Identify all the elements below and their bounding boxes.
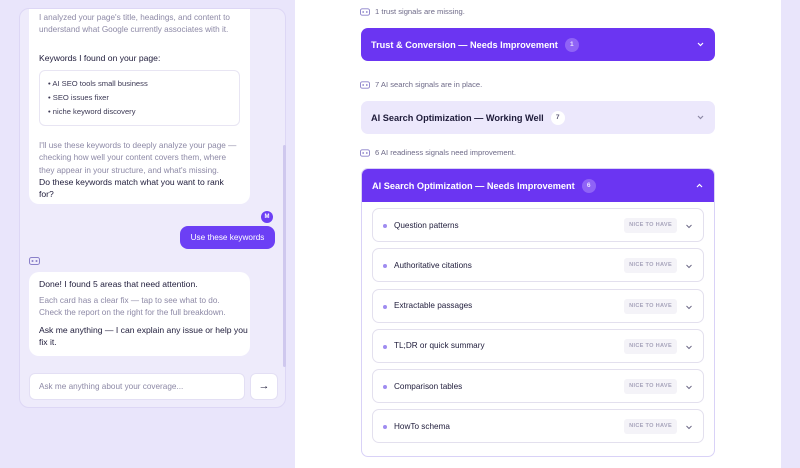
section-header[interactable]: Trust & Conversion — Needs Improvement 1 bbox=[361, 28, 715, 61]
section-title: AI Search Optimization — Needs Improveme… bbox=[372, 180, 575, 191]
chat-input[interactable] bbox=[29, 373, 245, 400]
bullet-dot bbox=[383, 264, 387, 269]
bullet-dot bbox=[383, 224, 387, 228]
done-text: Done! I found 5 areas that need attentio… bbox=[39, 279, 198, 289]
count-badge: 6 bbox=[581, 178, 596, 193]
section-header[interactable]: AI Search Optimization — Needs Improveme… bbox=[362, 169, 714, 202]
priority-tag: NICE TO HAVE bbox=[624, 218, 677, 233]
chat-panel: I analyzed your page's title, headings, … bbox=[19, 8, 286, 408]
chevron-down-icon bbox=[697, 42, 704, 47]
chevron-down-icon[interactable] bbox=[685, 343, 693, 351]
issue-label: HowTo schema bbox=[394, 421, 450, 431]
issue-item-tldr-summary[interactable]: TL;DR or quick summary NICE TO HAVE bbox=[372, 328, 704, 363]
signal-text: 6 AI readiness signals need improvement. bbox=[375, 148, 516, 157]
priority-tag: NICE TO HAVE bbox=[624, 419, 677, 435]
chat-scrollbar[interactable] bbox=[283, 145, 286, 367]
issue-item-howto-schema[interactable]: HowTo schema NICE TO HAVE bbox=[372, 409, 704, 444]
bot-intro-text: I analyzed your page's title, headings, … bbox=[39, 13, 230, 35]
keyword-list: AI SEO tools small business SEO issues f… bbox=[39, 70, 240, 126]
section-trust-conversion[interactable]: Trust & Conversion — Needs Improvement 1 bbox=[361, 28, 715, 61]
keyword-item: niche keyword discovery bbox=[48, 105, 231, 119]
chevron-down-icon[interactable] bbox=[685, 303, 693, 311]
issue-item-authoritative-citations[interactable]: Authoritative citations NICE TO HAVE bbox=[372, 248, 704, 283]
issue-item-question-patterns[interactable]: Question patterns NICE TO HAVE bbox=[372, 208, 704, 242]
send-button[interactable]: → bbox=[250, 373, 278, 400]
use-keywords-button[interactable]: Use these keywords bbox=[180, 226, 275, 249]
signal-note: 1 trust signals are missing. bbox=[360, 6, 465, 18]
issue-label: Question patterns bbox=[394, 220, 459, 230]
chat-messages[interactable]: I analyzed your page's title, headings, … bbox=[20, 9, 285, 367]
issue-label: Comparison tables bbox=[394, 381, 463, 391]
ask-text: Ask me anything — I can explain any issu… bbox=[39, 325, 248, 348]
signal-note: 7 AI search signals are in place. bbox=[360, 79, 482, 91]
section-header[interactable]: AI Search Optimization — Working Well 7 bbox=[361, 101, 715, 134]
chevron-down-icon[interactable] bbox=[685, 222, 693, 230]
keyword-item: SEO issues fixer bbox=[48, 91, 231, 105]
bullet-dot bbox=[383, 385, 387, 390]
chevron-down-icon[interactable] bbox=[685, 423, 693, 431]
keywords-heading: Keywords I found on your page: bbox=[39, 53, 161, 63]
count-badge: 7 bbox=[550, 110, 565, 125]
bot-icon bbox=[360, 149, 370, 157]
bot-message-keywords: I analyzed your page's title, headings, … bbox=[29, 9, 250, 204]
analysis-note: I'll use these keywords to deeply analyz… bbox=[39, 141, 237, 175]
keyword-item: AI SEO tools small business bbox=[48, 77, 231, 91]
issue-item-extractable-passages[interactable]: Extractable passages NICE TO HAVE bbox=[372, 288, 704, 323]
issue-list: Question patterns NICE TO HAVE Authorita… bbox=[362, 202, 714, 458]
chevron-down-icon[interactable] bbox=[685, 262, 693, 270]
cards-hint: Each card has a clear fix — tap to see w… bbox=[39, 296, 226, 318]
chevron-up-icon bbox=[696, 183, 703, 188]
bot-icon bbox=[29, 257, 40, 265]
arrow-right-icon: → bbox=[258, 380, 270, 392]
signal-text: 7 AI search signals are in place. bbox=[375, 80, 483, 89]
priority-tag: NICE TO HAVE bbox=[624, 379, 677, 395]
section-ai-search-working[interactable]: AI Search Optimization — Working Well 7 bbox=[361, 101, 715, 134]
issue-item-comparison-tables[interactable]: Comparison tables NICE TO HAVE bbox=[372, 369, 704, 404]
section-title: Trust & Conversion — Needs Improvement bbox=[371, 39, 558, 50]
priority-tag: NICE TO HAVE bbox=[624, 298, 677, 314]
priority-tag: NICE TO HAVE bbox=[624, 258, 677, 274]
signal-text: 1 trust signals are missing. bbox=[375, 7, 465, 16]
chat-input-row: → bbox=[29, 373, 278, 401]
keyword-question: Do these keywords match what you want to… bbox=[39, 177, 224, 200]
section-ai-search-needs-improvement[interactable]: AI Search Optimization — Needs Improveme… bbox=[361, 168, 715, 457]
section-title: AI Search Optimization — Working Well bbox=[371, 112, 544, 123]
bot-icon bbox=[360, 8, 370, 16]
priority-tag: NICE TO HAVE bbox=[624, 338, 677, 354]
chevron-down-icon bbox=[697, 115, 704, 120]
bullet-dot bbox=[383, 344, 387, 349]
issue-label: Extractable passages bbox=[394, 301, 473, 311]
count-badge: 1 bbox=[564, 37, 579, 52]
bot-message-done: Done! I found 5 areas that need attentio… bbox=[29, 272, 250, 356]
bullet-dot bbox=[383, 304, 387, 309]
issue-label: TL;DR or quick summary bbox=[394, 341, 485, 351]
bullet-dot bbox=[383, 425, 387, 430]
user-avatar: M bbox=[261, 211, 273, 223]
report-panel: 1 trust signals are missing. Trust & Con… bbox=[295, 0, 781, 468]
signal-note: 6 AI readiness signals need improvement. bbox=[360, 147, 516, 159]
bot-icon bbox=[360, 81, 370, 89]
chevron-down-icon[interactable] bbox=[685, 383, 693, 391]
issue-label: Authoritative citations bbox=[394, 260, 472, 270]
